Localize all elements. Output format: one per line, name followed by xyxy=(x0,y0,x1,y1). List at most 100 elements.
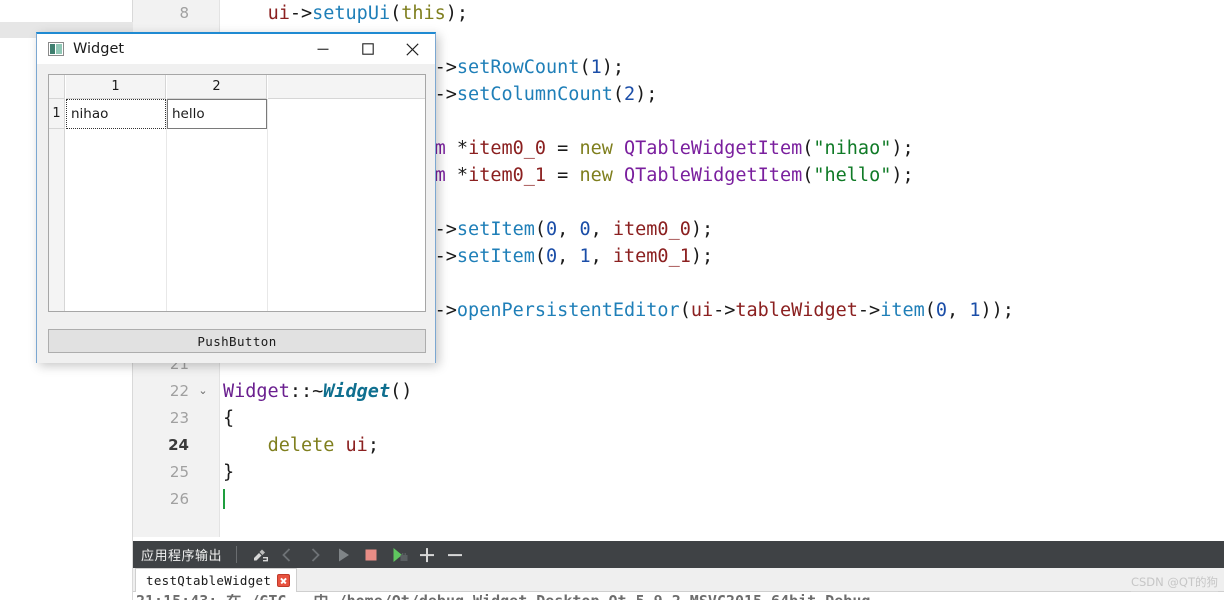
code-token: ); xyxy=(445,3,469,24)
table-corner-button[interactable] xyxy=(49,75,65,99)
toolbar-separator xyxy=(236,546,238,563)
code-token: tableWidget xyxy=(735,300,858,321)
code-token: ( xyxy=(390,3,402,24)
code-token: setRowCount xyxy=(456,57,580,78)
close-icon[interactable] xyxy=(390,34,435,64)
next-item-icon[interactable] xyxy=(304,544,326,566)
previous-item-icon[interactable] xyxy=(276,544,298,566)
code-token: setItem xyxy=(456,246,535,267)
code-token: openPersistentEditor xyxy=(456,300,680,321)
code-token: , xyxy=(947,300,970,321)
output-tab-bar: testQtableWidget xyxy=(133,568,1224,592)
run-debug-icon[interactable] xyxy=(388,544,410,566)
code-token: ( xyxy=(612,84,624,105)
clear-output-icon[interactable] xyxy=(248,544,270,566)
code-line[interactable]: ui->setupUi(this); xyxy=(220,0,1224,27)
chevron-down-icon[interactable]: ⌄ xyxy=(196,378,210,405)
code-token: } xyxy=(223,462,235,483)
line-number: 24 xyxy=(168,436,189,454)
code-token: { xyxy=(223,408,235,429)
code-token: , xyxy=(557,219,580,240)
application-output-panel: 应用程序输出 testQtableWidget xyxy=(133,537,1224,600)
code-token: ( xyxy=(802,138,814,159)
window-controls xyxy=(300,34,435,64)
code-token: Widget xyxy=(223,381,290,402)
text-cursor xyxy=(223,489,225,509)
gutter-row: 25 xyxy=(133,459,220,486)
output-tab-testqtablewidget[interactable]: testQtableWidget xyxy=(135,568,298,592)
code-token: 2 xyxy=(624,84,636,105)
app-icon xyxy=(48,42,64,56)
minimize-icon[interactable] xyxy=(300,34,345,64)
code-token: ( xyxy=(679,300,691,321)
push-button[interactable]: PushButton xyxy=(48,329,426,353)
code-token: setItem xyxy=(456,219,535,240)
maximize-icon[interactable] xyxy=(345,34,390,64)
code-token: ; xyxy=(367,435,379,456)
code-token: ); xyxy=(891,138,914,159)
code-token: ( xyxy=(534,246,547,267)
code-token: -> xyxy=(434,300,457,321)
output-tab-label: testQtableWidget xyxy=(146,573,272,588)
code-token: 0 xyxy=(546,219,558,240)
code-token: 0 xyxy=(579,219,591,240)
code-token: 1 xyxy=(590,57,602,78)
code-token: new xyxy=(579,138,613,159)
code-token: 1 xyxy=(579,246,591,267)
code-token: delete xyxy=(267,435,335,456)
code-line[interactable]: { xyxy=(220,405,1224,432)
code-line[interactable]: } xyxy=(220,459,1224,486)
code-token: item0_1 xyxy=(612,246,691,267)
gutter-row: 24 xyxy=(133,432,220,459)
code-line[interactable]: Widget::~Widget() xyxy=(220,378,1224,405)
code-token: ui xyxy=(267,3,290,24)
table-column-header-blank xyxy=(268,75,425,99)
stop-icon[interactable] xyxy=(360,544,382,566)
code-token: item xyxy=(880,300,925,321)
gutter-row: 22 ⌄ xyxy=(133,378,220,405)
code-token: 0 xyxy=(935,300,948,321)
screen: 8910111213141516171819202122⌄23242526 ui… xyxy=(0,0,1224,600)
code-token: , xyxy=(590,219,613,240)
table-cell-0-1[interactable]: hello xyxy=(167,99,267,129)
gutter-row: 8 xyxy=(133,0,220,27)
code-token: ::~ xyxy=(289,381,324,402)
watermark: CSDN @QT的狗 xyxy=(1130,574,1218,592)
code-token: ui xyxy=(690,300,714,321)
zoom-out-icon[interactable] xyxy=(444,544,466,566)
code-token: )); xyxy=(980,300,1014,321)
code-token: -> xyxy=(434,57,457,78)
table-cell-0-0[interactable]: nihao xyxy=(66,99,166,129)
line-number: 26 xyxy=(169,490,189,508)
close-icon[interactable] xyxy=(277,574,291,587)
code-token: -> xyxy=(289,3,313,24)
table-row-header-filler xyxy=(49,129,65,311)
code-line[interactable] xyxy=(220,486,1224,513)
window-title: Widget xyxy=(73,41,125,57)
code-line[interactable]: delete ui; xyxy=(220,432,1224,459)
table-widget[interactable]: 1 2 1 nihao hello xyxy=(48,74,426,312)
code-token: -> xyxy=(857,300,881,321)
code-token: QTableWidgetItem xyxy=(624,138,803,159)
code-token: -> xyxy=(434,246,457,267)
code-token: , xyxy=(557,246,580,267)
code-token: "nihao" xyxy=(813,138,892,159)
window-titlebar[interactable]: Widget xyxy=(37,34,435,64)
code-token: this xyxy=(401,3,446,24)
window-body: 1 2 1 nihao hello PushButton xyxy=(37,64,435,363)
line-number: 23 xyxy=(169,409,189,427)
output-text-area: 21:15:43: 在 /GTC.. 中 /home/Qt/debug Widg… xyxy=(136,594,1216,600)
table-column-header-2[interactable]: 2 xyxy=(167,75,267,99)
table-row-header-1[interactable]: 1 xyxy=(49,99,65,129)
code-token: () xyxy=(390,381,413,402)
code-token: ( xyxy=(924,300,936,321)
qt-widget-window[interactable]: Widget 1 2 1 nihao hello PushButton xyxy=(36,32,436,363)
zoom-in-icon[interactable] xyxy=(416,544,438,566)
run-icon[interactable] xyxy=(332,544,354,566)
code-token: item0_0 xyxy=(468,138,547,159)
code-token: -> xyxy=(434,84,457,105)
table-column-header-1[interactable]: 1 xyxy=(66,75,166,99)
